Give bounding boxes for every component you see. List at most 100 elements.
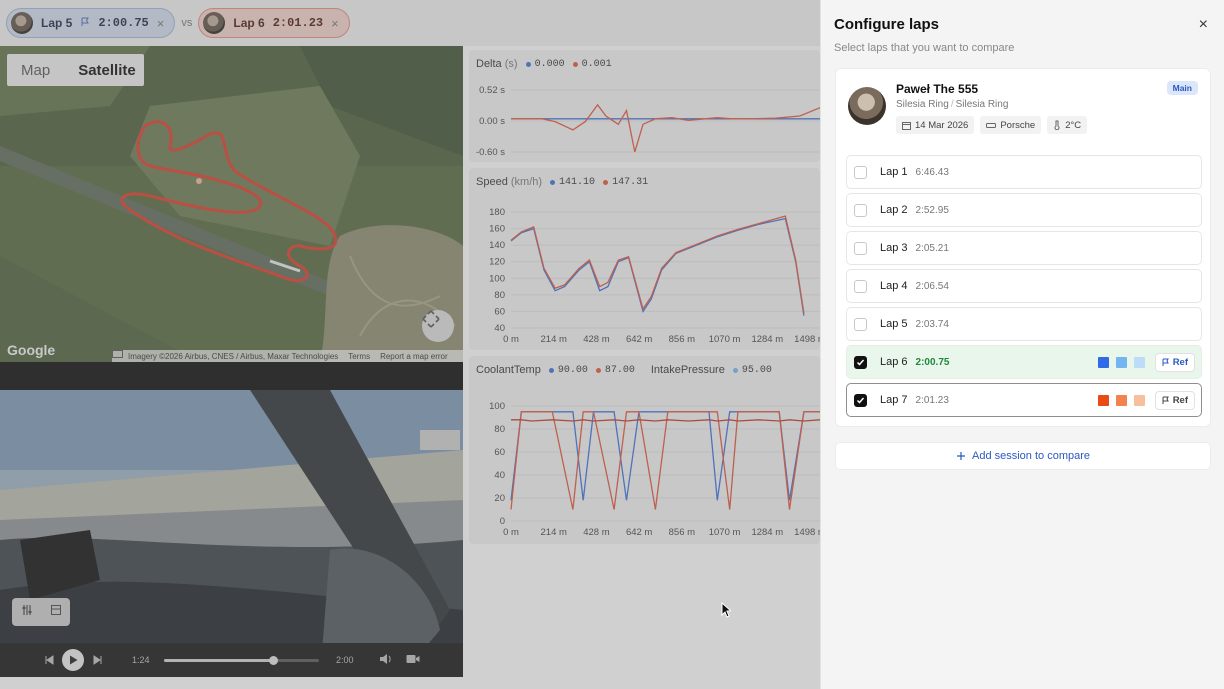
report-link[interactable]: Report a map error (380, 352, 448, 361)
mouse-cursor-icon (721, 602, 731, 618)
x-tick-label: 642 m (626, 334, 652, 345)
lap-row[interactable]: Lap 4 2:06.54 (846, 269, 1202, 303)
track-name: Silesia Ring / Silesia Ring (896, 99, 1009, 110)
x-tick-label: 1070 m (709, 334, 741, 345)
lap-color-swatches[interactable] (1098, 395, 1145, 406)
skip-forward-icon[interactable] (93, 655, 103, 667)
lap-row[interactable]: Lap 2 2:52.95 (846, 193, 1202, 227)
series-line-0 (510, 217, 805, 316)
satellite-view-button[interactable]: Satellite (64, 62, 150, 79)
reference-lap-button[interactable]: Ref (1154, 353, 1195, 372)
lap-checkbox[interactable] (854, 279, 867, 293)
lap-chip-time: 2:00.75 (98, 16, 149, 30)
vs-label: vs (181, 17, 193, 29)
lap-time: 2:05.21 (915, 242, 949, 254)
ref-label: Ref (1172, 395, 1188, 406)
add-session-button[interactable]: Add session to compare (835, 442, 1211, 470)
y-tick-label: 60 (494, 447, 505, 458)
lap-row[interactable]: Lap 5 2:03.74 (846, 307, 1202, 341)
color-swatch[interactable] (1098, 357, 1109, 368)
y-tick-label: 80 (494, 290, 505, 301)
volume-icon[interactable] (379, 653, 392, 667)
speed-chart[interactable]: 180 160 140 120 100 80 60 400 m 214 m 428 m 642 m 8… (469, 168, 820, 350)
lap-checkbox[interactable] (854, 393, 867, 407)
color-swatch[interactable] (1116, 357, 1127, 368)
lap-checkbox[interactable] (854, 355, 867, 369)
color-swatch[interactable] (1134, 357, 1145, 368)
sliders-icon[interactable] (21, 603, 33, 621)
delta-chart[interactable]: 0.52 s 0.00 s -0.60 s (469, 50, 820, 162)
flag-icon (1162, 358, 1169, 366)
seek-progress (164, 659, 273, 662)
lap-label: Lap 5 (880, 318, 908, 330)
camera-icon[interactable] (406, 654, 420, 666)
lap-row[interactable]: Lap 3 2:05.21 (846, 231, 1202, 265)
lap-row[interactable]: Lap 7 2:01.23 Ref (846, 383, 1202, 417)
drawer-subtitle: Select laps that you want to compare (834, 42, 1015, 54)
y-tick-label: 20 (494, 493, 505, 504)
lap-checkbox[interactable] (854, 317, 867, 331)
reference-lap-button[interactable]: Ref (1154, 391, 1195, 410)
session-date: 14 Mar 2026 (896, 116, 975, 134)
lap-row[interactable]: Lap 1 6:46.43 (846, 155, 1202, 189)
lap-checkbox[interactable] (854, 165, 867, 179)
y-tick-label: 80 (494, 424, 505, 435)
x-tick-label: 428 m (583, 527, 609, 538)
x-tick-label: 1498 m (794, 334, 820, 345)
session-temp: 2°C (1047, 116, 1088, 134)
imagery-credit: Imagery ©2026 Airbus, CNES / Airbus, Max… (128, 351, 339, 361)
lap-label: Lap 2 (880, 204, 908, 216)
remove-lap-icon[interactable]: × (331, 16, 339, 31)
coolant-chart[interactable]: 100 80 60 40 20 00 m 214 m 428 m 642 m 856 m 1070 … (469, 356, 820, 544)
map-view-button[interactable]: Map (7, 62, 64, 79)
x-tick-label: 1284 m (751, 527, 783, 538)
onboard-video[interactable] (0, 390, 463, 677)
lap-row[interactable]: Lap 6 2:00.75 Ref (846, 345, 1202, 379)
y-tick-label: 60 (494, 306, 505, 317)
y-tick-label: 100 (489, 273, 505, 284)
video-top-bar (0, 362, 463, 390)
y-tick-label: 160 (489, 224, 505, 235)
main-badge: Main (1166, 81, 1198, 95)
lap-chip-a[interactable]: Lap 5 2:00.75 × (6, 8, 176, 38)
close-icon[interactable]: × (1199, 16, 1208, 34)
play-icon (69, 655, 77, 665)
play-button[interactable] (62, 649, 84, 671)
terms-link[interactable]: Terms (348, 352, 370, 361)
seek-handle[interactable] (268, 656, 278, 665)
video-tool-buttons (12, 598, 70, 626)
lap-checkbox[interactable] (854, 203, 867, 217)
configure-laps-drawer: Configure laps Select laps that you want… (820, 0, 1224, 689)
x-tick-label: 1498 m (794, 527, 820, 538)
lap-chip-b[interactable]: Lap 6 2:01.23 × (198, 8, 350, 38)
session-card: Paweł The 555 Silesia Ring / Silesia Ring … (835, 68, 1211, 427)
x-tick-label: 0 m (503, 527, 519, 538)
lap-time: 6:46.43 (915, 166, 949, 178)
lap-label: Lap 3 (880, 242, 908, 254)
ref-label: Ref (1172, 357, 1188, 368)
series-line-2 (511, 419, 820, 422)
flag-icon (1162, 396, 1169, 404)
skip-back-icon[interactable] (44, 655, 54, 667)
recenter-button[interactable] (422, 310, 454, 342)
duration: 2:00 (336, 655, 354, 665)
add-session-label: Add session to compare (971, 450, 1090, 462)
remove-lap-icon[interactable]: × (157, 16, 165, 31)
lap-label: Lap 4 (880, 280, 908, 292)
flag-icon (80, 16, 90, 30)
layout-icon[interactable] (50, 603, 62, 621)
session-car: Porsche (980, 116, 1042, 134)
track-map[interactable]: Map Satellite Google Imagery ©2026 Airbu… (0, 46, 463, 362)
lap-checkbox[interactable] (854, 241, 867, 255)
x-tick-label: 1284 m (751, 334, 783, 345)
color-swatch[interactable] (1098, 395, 1109, 406)
calendar-icon (902, 121, 911, 130)
car-icon (986, 123, 997, 128)
lap-time: 2:01.23 (915, 394, 949, 406)
lap-color-swatches[interactable] (1098, 357, 1145, 368)
check-icon (856, 359, 865, 366)
color-swatch[interactable] (1134, 395, 1145, 406)
color-swatch[interactable] (1116, 395, 1127, 406)
coolant-chart-panel: CoolantTemp 90.00 87.00 IntakePressure 9… (469, 356, 820, 544)
seek-bar[interactable] (164, 656, 319, 665)
